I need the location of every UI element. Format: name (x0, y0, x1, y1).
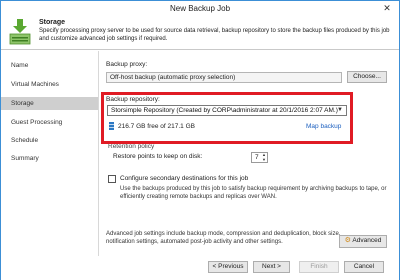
advanced-settings-description: Advanced job settings include backup mod… (106, 231, 341, 245)
sidebar-item-summary[interactable]: Summary (1, 152, 98, 165)
repository-highlight-frame (101, 92, 353, 144)
secondary-destinations-checkbox[interactable] (108, 175, 116, 183)
cancel-button[interactable]: Cancel (344, 261, 384, 273)
retention-policy-label: Retention policy (108, 143, 155, 150)
wizard-header: Storage Specify processing proxy server … (1, 16, 399, 50)
backup-proxy-label: Backup proxy: (106, 61, 148, 68)
previous-button[interactable]: < Previous (208, 261, 248, 273)
sidebar-item-guest-processing[interactable]: Guest Processing (1, 116, 98, 129)
wizard-steps-sidebar: Name Virtual Machines Storage Guest Proc… (1, 51, 99, 256)
stepper-arrows-icon[interactable]: ▲ ▼ (261, 152, 267, 162)
sidebar-item-virtual-machines[interactable]: Virtual Machines (1, 78, 98, 91)
restore-points-value: 7 (255, 154, 259, 161)
storage-settings-panel: Backup proxy: Off-host backup (automatic… (99, 51, 399, 256)
restore-points-stepper[interactable]: 7 ▲ ▼ (251, 152, 268, 163)
wizard-footer: < Previous Next > Finish Cancel (1, 257, 399, 280)
secondary-destinations-label[interactable]: Configure secondary destinations for thi… (120, 175, 248, 182)
storage-download-icon (9, 19, 31, 45)
finish-button: Finish (299, 261, 339, 273)
sidebar-item-schedule[interactable]: Schedule (1, 134, 98, 147)
gear-icon: ⚙ (344, 237, 351, 244)
advanced-button-label: Advanced (352, 237, 382, 244)
backup-proxy-field[interactable]: Off-host backup (automatic proxy selecti… (106, 72, 342, 83)
page-description: Specify processing proxy server to be us… (39, 28, 390, 42)
title-bar: New Backup Job ✕ (1, 1, 399, 16)
next-button[interactable]: Next > (253, 261, 290, 273)
choose-proxy-button[interactable]: Choose... (347, 71, 387, 83)
restore-points-label: Restore points to keep on disk: (113, 153, 203, 160)
advanced-button[interactable]: ⚙ Advanced (339, 235, 387, 248)
new-backup-job-window: New Backup Job ✕ Storage Specify process… (0, 0, 400, 280)
page-title: Storage (39, 19, 66, 26)
secondary-destinations-description: Use the backups produced by this job to … (120, 186, 387, 200)
sidebar-item-storage[interactable]: Storage (1, 97, 98, 110)
sidebar-item-name[interactable]: Name (1, 59, 98, 72)
close-icon[interactable]: ✕ (381, 2, 393, 14)
window-title: New Backup Job (169, 4, 231, 13)
